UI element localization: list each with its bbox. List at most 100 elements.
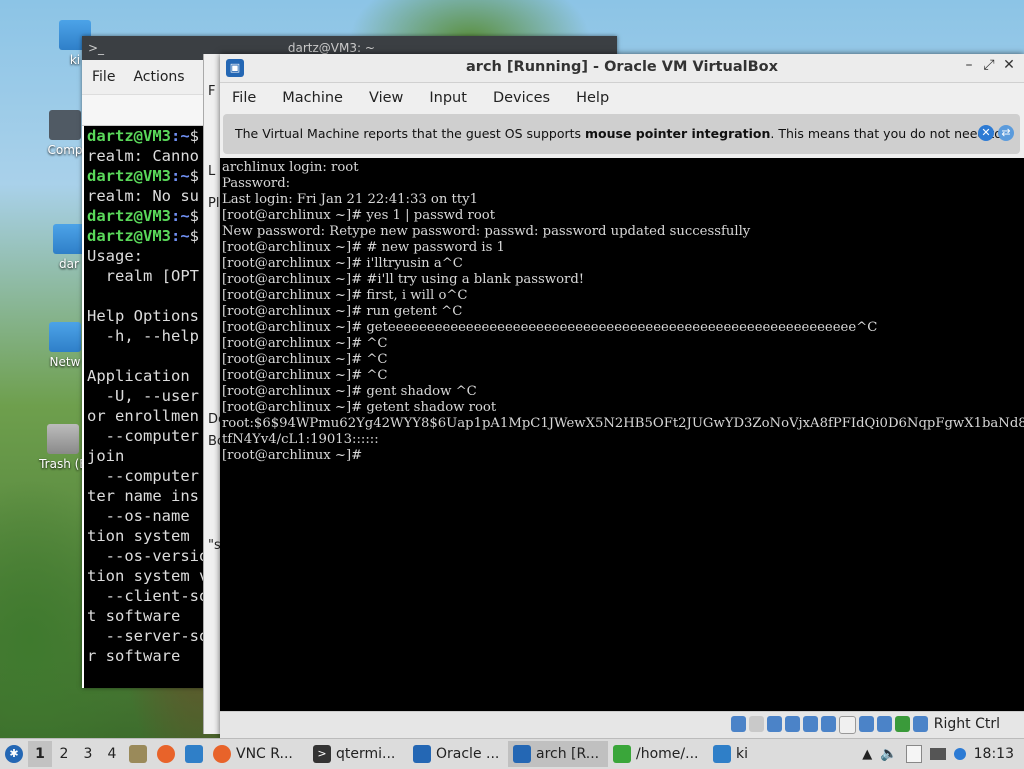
terminal-text: -U, --user: [87, 387, 199, 405]
menu-view[interactable]: View: [369, 90, 403, 106]
terminal-text: Application: [87, 367, 190, 385]
volume-icon[interactable]: 🔈: [880, 746, 897, 762]
qterminal-title: dartz@VM3: ~: [287, 41, 375, 55]
virtualbox-window[interactable]: ▣ arch [Running] - Oracle VM VirtualBox …: [220, 54, 1024, 738]
minimize-button[interactable]: –: [960, 57, 978, 73]
desktop-icon-label: ki: [69, 53, 81, 67]
mouse-integration-notice: The Virtual Machine reports that the gue…: [223, 114, 1020, 154]
desktop-icon-label: Trash (E: [39, 457, 87, 471]
console-line: Last login: Fri Jan 21 22:41:33 on tty1: [222, 192, 478, 207]
console-line: tfN4Yv4/cL1:19013::::::: [222, 432, 379, 447]
console-line: root:$6$94WPmu62Yg42WYY8$6Uap1pA1MpC1JWe…: [222, 416, 1024, 431]
notification-icon[interactable]: [953, 748, 966, 760]
task-vnc[interactable]: VNC R...: [208, 741, 308, 767]
terminal-text: $: [189, 227, 200, 245]
terminal-text: t software: [87, 607, 181, 625]
menu-file[interactable]: File: [232, 90, 256, 106]
mouse-integration-icon[interactable]: [895, 716, 910, 732]
menu-help[interactable]: Help: [576, 90, 609, 106]
task-home-folder[interactable]: /home/...: [608, 741, 708, 767]
prompt-user: dartz@VM3: [87, 227, 171, 245]
start-menu-icon: ✱: [5, 745, 23, 763]
vbox-title: arch [Running] - Oracle VM VirtualBox: [466, 59, 778, 75]
start-menu-button[interactable]: ✱: [0, 741, 28, 767]
task-qterminal[interactable]: > qtermi...: [308, 741, 408, 767]
close-button[interactable]: ✕: [1000, 57, 1018, 73]
menu-actions[interactable]: Actions: [133, 69, 184, 85]
optical-drive-icon[interactable]: [749, 716, 764, 732]
vm-console[interactable]: archlinux login: root Password: Last login…: [220, 158, 1024, 714]
dialog-fragment: F: [208, 84, 216, 99]
network-adapter-icon[interactable]: [785, 716, 800, 732]
workspace-3[interactable]: 3: [76, 741, 100, 767]
console-line: [root@archlinux ~]# ^C: [222, 368, 388, 383]
console-line: [root@archlinux ~]# # new password is 1: [222, 240, 505, 255]
close-notice-icon[interactable]: ✕: [978, 125, 994, 141]
hard-disk-icon[interactable]: [731, 716, 746, 732]
clipboard-icon[interactable]: [905, 745, 922, 763]
terminal-text: $: [189, 167, 200, 185]
workspace-4[interactable]: 4: [100, 741, 124, 767]
console-line: [root@archlinux ~]#: [222, 448, 363, 463]
audio-icon[interactable]: [767, 716, 782, 732]
terminal-text: --computer: [87, 427, 199, 445]
video-capture-icon[interactable]: [859, 716, 874, 732]
terminal-text: tion system: [87, 527, 190, 545]
file-manager-icon: [129, 745, 147, 763]
prompt-path: :~: [171, 207, 190, 225]
vbox-titlebar[interactable]: ▣ arch [Running] - Oracle VM VirtualBox …: [220, 54, 1024, 83]
menu-devices[interactable]: Devices: [493, 90, 550, 106]
desktop-icon-label: Netw: [49, 355, 81, 369]
console-line: [root@archlinux ~]# first, i will o^C: [222, 288, 468, 303]
menu-input[interactable]: Input: [429, 90, 467, 106]
terminal-text: Help Options: [87, 307, 199, 325]
task-ki-folder[interactable]: ki: [708, 741, 778, 767]
taskbar: ✱ 1 2 3 4 VNC R... > qtermi... Oracle ..…: [0, 738, 1024, 769]
display-icon[interactable]: [839, 716, 856, 734]
task-oracle[interactable]: Oracle ...: [408, 741, 508, 767]
notice-text-pre: The Virtual Machine reports that the gue…: [235, 126, 586, 141]
firefox-launcher[interactable]: [152, 741, 180, 767]
terminal-text: --os-versio: [87, 547, 209, 565]
update-icon[interactable]: ▲: [862, 747, 872, 762]
task-label: Oracle ...: [436, 746, 500, 762]
keyboard-capture-icon[interactable]: [913, 716, 928, 732]
prompt-path: :~: [171, 127, 190, 145]
task-label: qtermi...: [336, 746, 396, 762]
host-key-label: Right Ctrl: [933, 716, 1000, 732]
usb-icon[interactable]: [803, 716, 818, 732]
terminal-text: realm: Canno: [87, 147, 199, 165]
console-line: [root@archlinux ~]# run getent ^C: [222, 304, 463, 319]
terminal-text: --server-sof: [87, 627, 218, 645]
task-arch-vm[interactable]: arch [R...: [508, 741, 608, 767]
file-manager-launcher[interactable]: [124, 741, 152, 767]
menu-machine[interactable]: Machine: [282, 90, 343, 106]
console-line: [root@archlinux ~]# ^C: [222, 336, 388, 351]
dont-show-again-icon[interactable]: ⇄: [998, 125, 1014, 141]
show-desktop-button[interactable]: [180, 741, 208, 767]
clock[interactable]: 18:13: [974, 746, 1014, 762]
console-line: [root@archlinux ~]# i'lltryusin a^C: [222, 256, 463, 271]
folder-icon: [713, 745, 731, 763]
workspace-2[interactable]: 2: [52, 741, 76, 767]
restore-button[interactable]: ⤢: [980, 57, 998, 73]
prompt-user: dartz@VM3: [87, 167, 171, 185]
task-label: arch [R...: [536, 746, 600, 762]
network-tray-icon[interactable]: [929, 748, 946, 760]
console-line: [root@archlinux ~]# gent shadow ^C: [222, 384, 477, 399]
terminal-text: --client-sof: [87, 587, 218, 605]
console-line: [root@archlinux ~]# #i'll try using a bl…: [222, 272, 585, 287]
workspace-1[interactable]: 1: [28, 741, 52, 767]
console-line: Password:: [222, 176, 291, 191]
vbox-statusbar: Right Ctrl: [220, 711, 1024, 738]
dialog-fragment: L: [208, 164, 216, 179]
dialog-fragment: "s: [208, 538, 221, 553]
prompt-path: :~: [171, 227, 190, 245]
shared-folders-icon[interactable]: [821, 716, 836, 732]
virtualization-icon[interactable]: [877, 716, 892, 732]
prompt-user: dartz@VM3: [87, 207, 171, 225]
task-label: ki: [736, 746, 748, 762]
terminal-text: tion system ve: [87, 567, 218, 585]
console-line: [root@archlinux ~]# yes 1 | passwd root: [222, 208, 496, 223]
menu-file[interactable]: File: [92, 69, 115, 85]
